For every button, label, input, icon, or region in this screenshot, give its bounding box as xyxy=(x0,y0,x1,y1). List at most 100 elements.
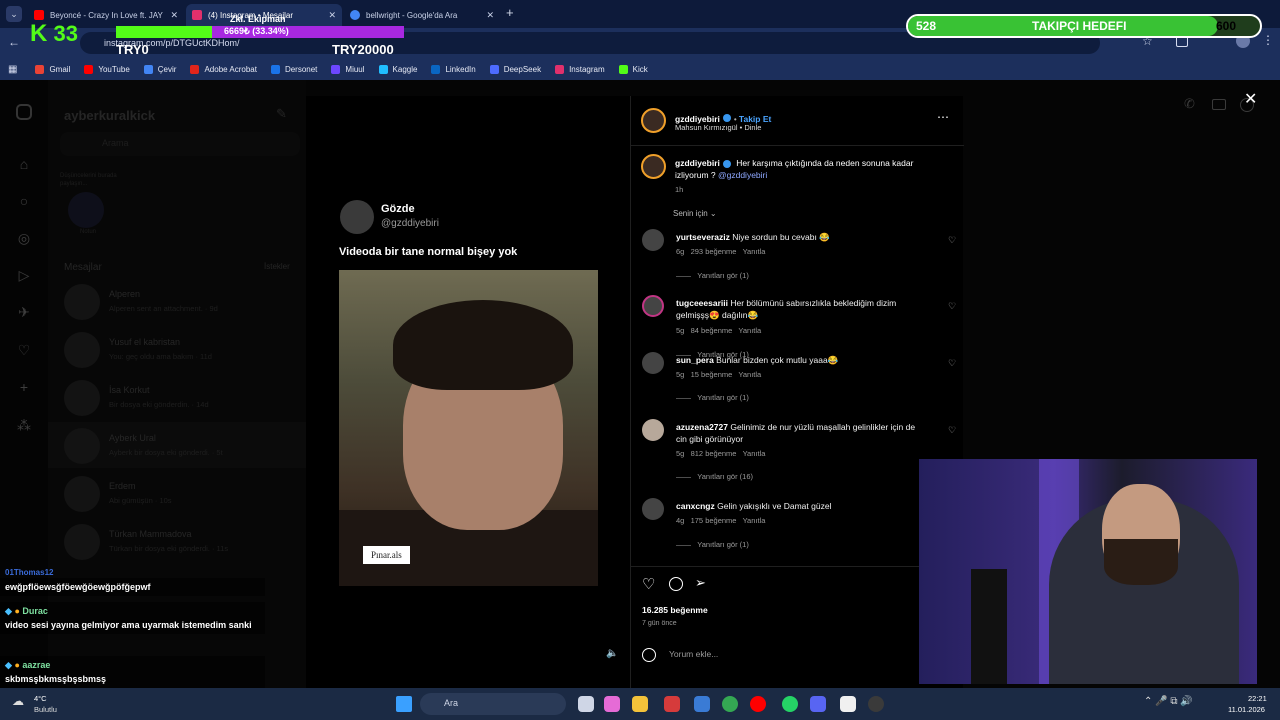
likes-count[interactable]: 16.285 beğenme xyxy=(642,605,708,615)
follower-goal-bar: 528 TAKIPÇI HEDEFI 600 xyxy=(906,14,1262,38)
like-icon[interactable]: ♡ xyxy=(642,575,655,593)
bookmark-dersonet[interactable]: Dersonet xyxy=(270,64,317,74)
deepseek-icon xyxy=(489,64,499,74)
mute-icon[interactable]: 🔈 xyxy=(606,648,618,659)
windows-taskbar: ☁ 4°C Bulutlu Ara ⌃ 🎤 ⧉ 🔊 22:21 11.01.20… xyxy=(0,688,1280,720)
like-comment-icon[interactable]: ♡ xyxy=(948,425,956,436)
view-replies[interactable]: —— Yanıtları gör (1) xyxy=(676,393,749,402)
weather-icon[interactable]: ☁ xyxy=(12,694,24,708)
close-modal-icon[interactable]: ✕ xyxy=(1244,89,1257,109)
bookmark-miuul[interactable]: Miuul xyxy=(331,64,365,74)
kick-donation-text: 6669₺ (33.34%) xyxy=(224,26,289,36)
weather-desc: Bulutlu xyxy=(34,705,57,714)
tweet-handle: @gzddiyebiri xyxy=(381,218,439,229)
copilot-icon[interactable] xyxy=(604,696,620,712)
close-tab-icon[interactable]: ✕ xyxy=(170,10,178,21)
chat-username: Durac xyxy=(22,606,48,616)
instagram-icon xyxy=(192,10,202,20)
clock-date[interactable]: 11.01.2026 xyxy=(1228,705,1265,714)
taskbar-search[interactable]: Ara xyxy=(420,693,566,715)
file-explorer-icon[interactable] xyxy=(632,696,648,712)
goal-current: 528 xyxy=(916,19,937,33)
tab-google[interactable]: bellwright - Google'da Ara ✕ xyxy=(344,4,500,26)
sort-dropdown[interactable]: Senin için ⌄ xyxy=(673,209,717,218)
like-comment-icon[interactable]: ♡ xyxy=(948,301,956,312)
bookmark-deepseek[interactable]: DeepSeek xyxy=(489,64,541,74)
weather-temp: 4°C xyxy=(34,694,47,703)
apps-grid-icon[interactable]: ▦ xyxy=(8,64,17,75)
kick-min-label: TRY0 xyxy=(116,42,149,57)
post-media[interactable]: Gözde @gzddiyebiri Videoda bir tane norm… xyxy=(306,96,630,688)
tab-list-icon[interactable]: ⌄ xyxy=(6,6,22,22)
caption-time: 1h xyxy=(675,185,684,194)
close-tab-icon[interactable]: ✕ xyxy=(328,10,336,21)
more-options-icon[interactable]: ⋯ xyxy=(937,110,949,124)
post-header: gzddiyebiri • Takip Et Mahsun Kırmızıgül … xyxy=(631,96,964,146)
music-line[interactable]: Mahsun Kırmızıgül • Dinle xyxy=(675,123,761,132)
obs-icon[interactable] xyxy=(868,696,884,712)
caption: gzddiyebiri Her karşıma çıktığında da ne… xyxy=(675,158,914,180)
badge-icon: ◆ xyxy=(5,606,12,616)
bookmark-linkedin[interactable]: LinkedIn xyxy=(431,64,476,74)
translate-icon xyxy=(143,64,153,74)
video-frame: Pınar.als xyxy=(339,270,598,586)
chat-text: skbmsşbkmsşbşsbmsş xyxy=(5,674,107,684)
kick-donation-bar: 6669₺ (33.34%) xyxy=(116,26,404,38)
chat-username: 01Thomas12 xyxy=(5,568,54,577)
emoji-icon[interactable] xyxy=(642,648,656,662)
youtube-app-icon[interactable] xyxy=(750,696,766,712)
store-icon[interactable] xyxy=(694,696,710,712)
caption-mention[interactable]: @gzddiyebiri xyxy=(718,170,767,180)
menu-icon[interactable]: ⋮ xyxy=(1262,33,1274,47)
badge-icon: ● xyxy=(14,606,20,616)
caption-avatar xyxy=(641,154,666,179)
bookmark-kick[interactable]: Kick xyxy=(618,64,648,74)
back-icon[interactable]: ← xyxy=(8,35,20,49)
comment-avatar[interactable] xyxy=(642,419,664,441)
verified-icon xyxy=(722,113,731,122)
youtube-icon xyxy=(84,64,94,74)
comment-icon[interactable] xyxy=(669,577,683,591)
news-icon[interactable] xyxy=(664,696,680,712)
photo-hair xyxy=(393,300,573,390)
tray-icons[interactable]: ⌃ 🎤 ⧉ 🔊 xyxy=(1144,696,1193,707)
bookmark-instagram[interactable]: Instagram xyxy=(555,64,605,74)
tweet-text: Videoda bir tane normal bişey yok xyxy=(339,246,518,258)
badge-icon: ● xyxy=(14,660,20,670)
goal-label: TAKIPÇI HEDEFI xyxy=(1032,19,1127,33)
comment-avatar[interactable] xyxy=(642,498,664,520)
kaggle-icon xyxy=(378,64,388,74)
view-replies[interactable]: —— Yanıtları gör (1) xyxy=(676,540,749,549)
close-tab-icon[interactable]: ✕ xyxy=(486,10,494,21)
discord-icon[interactable] xyxy=(810,696,826,712)
bookmark-cevir[interactable]: Çevir xyxy=(143,64,176,74)
like-comment-icon[interactable]: ♡ xyxy=(948,358,956,369)
new-tab-button[interactable]: + xyxy=(506,5,514,20)
start-icon[interactable] xyxy=(396,696,412,712)
verified-icon xyxy=(722,159,731,168)
screen: ⌄ Beyoncé - Crazy In Love ft. JAY ✕ (4) … xyxy=(0,0,1280,720)
clock-time[interactable]: 22:21 xyxy=(1248,694,1267,703)
task-view-icon[interactable] xyxy=(578,696,594,712)
view-replies[interactable]: —— Yanıtları gör (1) xyxy=(676,271,749,280)
share-icon[interactable]: ➢ xyxy=(695,575,706,591)
post-date: 7 gün önce xyxy=(642,620,677,627)
comment-input[interactable]: Yorum ekle... xyxy=(669,649,718,659)
capcut-icon[interactable] xyxy=(840,696,856,712)
comment-avatar[interactable] xyxy=(642,352,664,374)
call-icon: ✆ xyxy=(1184,96,1195,111)
bookmark-gmail[interactable]: Gmail xyxy=(35,64,70,74)
bookmark-youtube[interactable]: YouTube xyxy=(84,64,130,74)
chrome-icon[interactable] xyxy=(722,696,738,712)
view-replies[interactable]: —— Yanıtları gör (16) xyxy=(676,472,753,481)
like-comment-icon[interactable]: ♡ xyxy=(948,235,956,246)
post-actions: ♡ ➢ 16.285 beğenme 7 gün önce Yorum ekle… xyxy=(631,566,964,688)
instagram-icon xyxy=(555,64,565,74)
comment-avatar[interactable] xyxy=(642,229,664,251)
bookmark-acrobat[interactable]: Adobe Acrobat xyxy=(190,64,257,74)
miuul-icon xyxy=(331,64,341,74)
author-avatar[interactable] xyxy=(641,108,666,133)
bookmark-kaggle[interactable]: Kaggle xyxy=(378,64,417,74)
comment-avatar[interactable] xyxy=(642,295,664,317)
whatsapp-icon[interactable] xyxy=(782,696,798,712)
